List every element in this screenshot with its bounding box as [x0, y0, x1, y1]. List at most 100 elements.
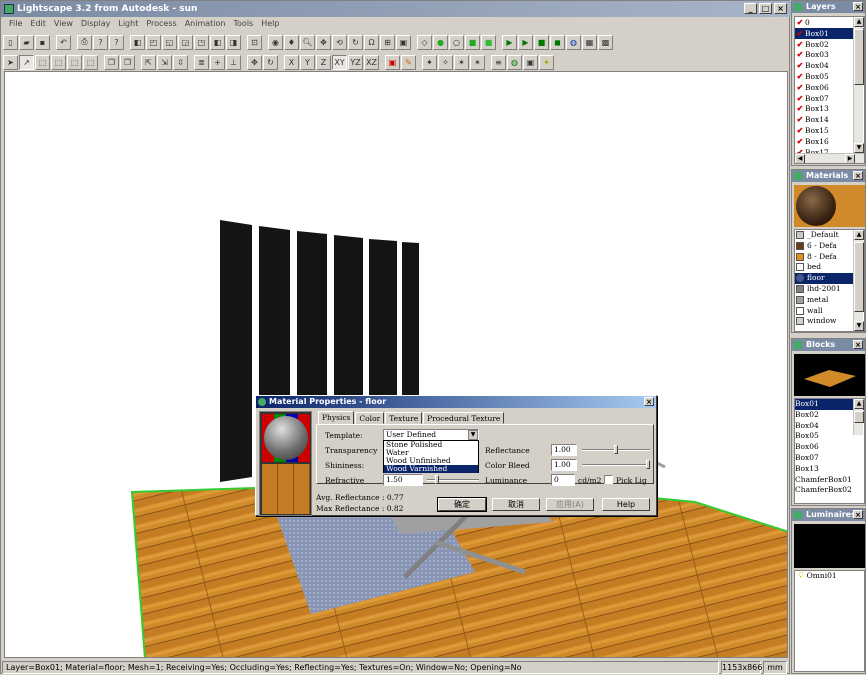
materials-scrollbar[interactable]: ▲ ▼ — [853, 230, 864, 331]
roll-icon[interactable]: ↻ — [348, 34, 363, 50]
luminaire-item[interactable]: 💡︎ Omni01 — [795, 571, 864, 582]
move-icon[interactable]: ✥ — [247, 54, 262, 70]
menu-file[interactable]: File — [5, 17, 26, 31]
material-icon[interactable]: ▣ — [385, 54, 400, 70]
slider-thumb[interactable] — [614, 445, 618, 454]
check-icon[interactable]: ✔ — [795, 71, 805, 82]
refractive-slider[interactable] — [427, 475, 479, 484]
materials-list[interactable]: _Default 6 - Defa 8 - Defa bed floor lhd… — [794, 229, 865, 332]
zoom-icon[interactable]: 🔍︎ — [300, 34, 315, 50]
scroll-up-icon[interactable]: ▲ — [854, 17, 864, 27]
menu-process[interactable]: Process — [142, 17, 180, 31]
zoom-window-icon[interactable]: ⊞ — [380, 34, 395, 50]
blocks-scrollbar[interactable]: ▲ — [853, 399, 864, 435]
close-button[interactable]: × — [774, 3, 787, 14]
blocks-list[interactable]: Box01 Box02 Box04 Box05 Box06 Box07 Box1… — [794, 398, 865, 504]
render-solid-icon[interactable]: ■ — [481, 34, 496, 50]
block-item[interactable]: ChamferBox02 — [795, 485, 864, 496]
menu-view[interactable]: View — [50, 17, 77, 31]
view-top-icon[interactable]: ◰ — [146, 34, 161, 50]
view-front-icon[interactable]: ◱ — [162, 34, 177, 50]
block-item[interactable]: Box06 — [795, 442, 864, 453]
image-icon[interactable]: ▦ — [582, 34, 597, 50]
scroll-thumb[interactable] — [854, 411, 864, 423]
refractive-field[interactable]: 1.50 — [383, 474, 423, 486]
block-item[interactable]: Box13 — [795, 464, 864, 475]
solution-icon[interactable]: ■ — [534, 34, 549, 50]
view-side-icon[interactable]: ◲ — [178, 34, 193, 50]
layers-scrollbar[interactable]: ▲ ▼ — [853, 17, 864, 153]
initialize-icon[interactable]: ◼ — [550, 34, 565, 50]
render-sphere-icon[interactable]: ● — [433, 34, 448, 50]
dialog-close-button[interactable]: × — [644, 397, 654, 406]
ok-button[interactable]: 确定 — [437, 497, 487, 512]
axis-z-button[interactable]: Z — [316, 54, 331, 70]
select-window-icon[interactable]: ⬚ — [67, 54, 82, 70]
luminaires-close-button[interactable]: × — [853, 510, 863, 519]
print-icon[interactable]: ⎙ — [77, 34, 92, 50]
layers-close-button[interactable]: × — [853, 2, 863, 11]
slider-thumb[interactable] — [435, 475, 439, 484]
menu-display[interactable]: Display — [77, 17, 115, 31]
template-dropdown[interactable]: Stone Polished Water Wood Unfinished Woo… — [383, 440, 479, 473]
new-file-icon[interactable]: ▯ — [3, 34, 18, 50]
check-icon[interactable]: ✔ — [795, 125, 805, 136]
scroll-left-icon[interactable]: ◀ — [795, 154, 805, 163]
check-icon[interactable]: ✔ — [795, 49, 805, 60]
scroll-up-icon[interactable]: ▲ — [854, 399, 864, 409]
graphic-viewport[interactable] — [4, 71, 788, 658]
apply-button[interactable]: 应用(A) — [546, 498, 594, 511]
process-icon[interactable]: ▶ — [502, 34, 517, 50]
scroll-up-icon[interactable]: ▲ — [854, 230, 864, 240]
rotate-icon[interactable]: ⟲ — [332, 34, 347, 50]
color-bleed-slider[interactable] — [582, 460, 650, 469]
scroll-right-icon[interactable]: ▶ — [845, 154, 855, 163]
luminaires-icon[interactable]: ✦ — [539, 54, 554, 70]
minimize-button[interactable]: _ — [744, 3, 757, 14]
check-icon[interactable]: ✔ — [795, 28, 805, 39]
stand-person-icon[interactable]: ✴ — [470, 54, 485, 70]
scroll-thumb[interactable] — [854, 242, 864, 312]
view-back-icon[interactable]: ◳ — [194, 34, 209, 50]
camera-icon[interactable]: ▣ — [396, 34, 411, 50]
view-bottom-icon[interactable]: ◨ — [226, 34, 241, 50]
blocks-close-button[interactable]: × — [853, 340, 863, 349]
walk-icon[interactable]: ♦ — [284, 34, 299, 50]
luminance-field[interactable]: 0 — [551, 474, 575, 486]
process-step-icon[interactable]: ▶ — [518, 34, 533, 50]
open-folder-icon[interactable]: ▰ — [19, 34, 34, 50]
globe-icon[interactable]: ◍ — [566, 34, 581, 50]
select-box-icon[interactable]: ⬚ — [35, 54, 50, 70]
block-item[interactable]: ChamferBox01 — [795, 475, 864, 486]
reflectance-field[interactable]: 1.00 — [551, 444, 577, 456]
block-item[interactable]: Box07 — [795, 453, 864, 464]
properties-icon[interactable]: ≣ — [194, 54, 209, 70]
layers-hscrollbar[interactable]: ◀ ▶ — [795, 153, 864, 163]
render-cube-icon[interactable]: ■ — [465, 34, 480, 50]
axis-x-button[interactable]: X — [284, 54, 299, 70]
block-edit-icon[interactable]: ⇲ — [157, 54, 172, 70]
orbit-icon[interactable]: Ω — [364, 34, 379, 50]
select-arrow-icon[interactable]: ➤ — [3, 54, 18, 70]
select-surface-icon[interactable]: ↗ — [19, 54, 34, 70]
copy-icon[interactable]: ❐ — [104, 54, 119, 70]
hierarchy-icon[interactable]: ⊥ — [226, 54, 241, 70]
eye-icon[interactable]: ◉ — [268, 34, 283, 50]
menu-tools[interactable]: Tools — [230, 17, 258, 31]
check-icon[interactable]: ✔ — [795, 114, 805, 125]
tab-physics[interactable]: Physics — [318, 411, 355, 424]
tab-procedural-texture[interactable]: Procedural Texture — [423, 412, 505, 424]
context-help-icon[interactable]: ? — [109, 34, 124, 50]
scene-render[interactable] — [5, 72, 788, 658]
help-icon[interactable]: ? — [93, 34, 108, 50]
axis-yz-button[interactable]: YZ — [348, 54, 363, 70]
maximize-button[interactable]: □ — [759, 3, 772, 14]
check-icon[interactable]: ✔ — [795, 17, 805, 28]
tab-color[interactable]: Color — [355, 412, 385, 424]
check-icon[interactable]: ✔ — [795, 39, 805, 50]
check-icon[interactable]: ✔ — [795, 93, 805, 104]
render-window-icon[interactable]: ▩ — [598, 34, 613, 50]
color-bleed-field[interactable]: 1.00 — [551, 459, 577, 471]
reflectance-slider[interactable] — [582, 445, 650, 454]
step-person-icon[interactable]: ✶ — [454, 54, 469, 70]
